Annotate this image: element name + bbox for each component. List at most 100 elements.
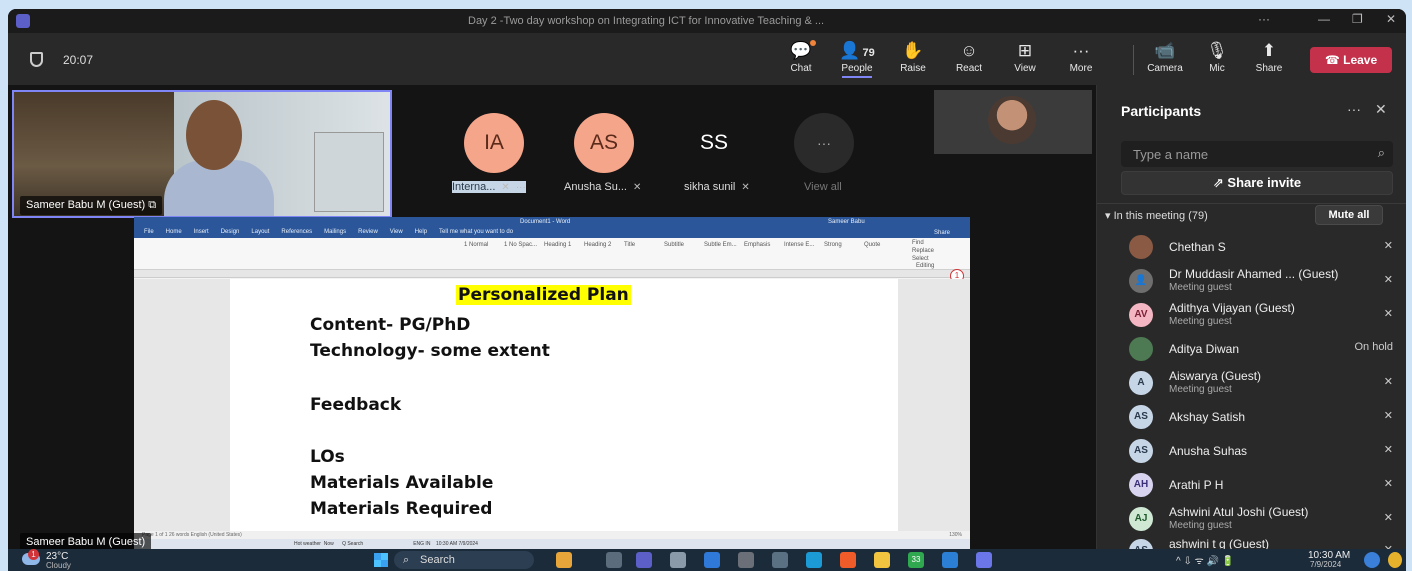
teams-taskbar-icon[interactable] bbox=[636, 552, 652, 568]
view-all-label[interactable]: View all bbox=[804, 181, 842, 193]
word-find[interactable]: Find bbox=[912, 240, 924, 246]
restore-button[interactable]: ❐ bbox=[1352, 12, 1363, 26]
chrome-browser-icon[interactable]: 33 bbox=[908, 552, 924, 568]
participant-row[interactable]: AH Arathi P H ✕ bbox=[1097, 467, 1406, 501]
window-title: Day 2 -Two day workshop on Integrating I… bbox=[468, 15, 825, 27]
main-speaker-video[interactable]: Sameer Babu M (Guest) ⧉ bbox=[12, 90, 392, 218]
participant-search-input[interactable] bbox=[1121, 141, 1393, 167]
participant-row[interactable]: AJ Ashwini Atul Joshi (Guest) Meeting gu… bbox=[1097, 501, 1406, 535]
colorful-app-icon[interactable] bbox=[556, 552, 572, 568]
word-replace[interactable]: Replace bbox=[912, 248, 934, 254]
edge-browser-icon[interactable] bbox=[806, 552, 822, 568]
participant-row[interactable]: AV Adithya Vijayan (Guest) Meeting guest… bbox=[1097, 297, 1406, 331]
participant-row[interactable]: Aditya Diwan On hold bbox=[1097, 331, 1406, 365]
participant-subtitle: Meeting guest bbox=[1169, 282, 1232, 293]
word-tab[interactable]: Mailings bbox=[324, 229, 346, 235]
camera-off-icon: 📹 bbox=[1154, 41, 1176, 60]
participant-name: Ashwini Atul Joshi (Guest) bbox=[1169, 505, 1309, 519]
style-item[interactable]: Strong bbox=[824, 242, 862, 248]
participant-tile-ss[interactable]: SS bbox=[684, 113, 744, 173]
snipping-tool-icon[interactable] bbox=[976, 552, 992, 568]
avatar: 👤 bbox=[1129, 269, 1153, 293]
avatar: AJ bbox=[1129, 507, 1153, 531]
calculator-icon[interactable] bbox=[772, 552, 788, 568]
avatar: AH bbox=[1129, 473, 1153, 497]
word-page[interactable]: Personalized Plan Content- PG/PhD Techno… bbox=[230, 279, 898, 531]
in-meeting-section-toggle[interactable]: ▾ In this meeting (79) bbox=[1105, 209, 1208, 222]
word-tab[interactable]: Layout bbox=[251, 229, 269, 235]
participant-tile-label: Interna... ✕ ··· bbox=[452, 181, 526, 193]
word-tab[interactable]: Home bbox=[166, 229, 182, 235]
notification-bell-icon[interactable] bbox=[1364, 552, 1380, 568]
more-actions-button[interactable]: ··· More bbox=[1058, 39, 1104, 74]
window-more-button[interactable]: ··· bbox=[1258, 12, 1270, 26]
share-invite-icon: ⇗ bbox=[1212, 175, 1228, 190]
chat-label: Chat bbox=[790, 63, 812, 74]
tile-more-icon[interactable]: ··· bbox=[516, 182, 526, 193]
participant-row[interactable]: 👤 Dr Muddasir Ahamed ... (Guest) Meeting… bbox=[1097, 263, 1406, 297]
word-share-button[interactable]: Share bbox=[934, 230, 950, 236]
system-tray[interactable]: ^ ⇩ ᯤ 🔊 🔋 bbox=[1176, 553, 1234, 567]
style-item[interactable]: Intense E... bbox=[784, 242, 822, 248]
mic-off-icon: ✕ bbox=[633, 182, 642, 193]
raise-hand-button[interactable]: ✋ Raise bbox=[890, 39, 936, 74]
more-label: More bbox=[1069, 63, 1093, 74]
participant-row[interactable]: AS ashwini t g (Guest) ✕ bbox=[1097, 533, 1406, 549]
camera-app-icon[interactable] bbox=[738, 552, 754, 568]
participant-row[interactable]: A Aiswarya (Guest) Meeting guest ✕ bbox=[1097, 365, 1406, 399]
minimize-button[interactable]: — bbox=[1318, 12, 1330, 26]
meeting-toolbar: 20:07 💬 Chat 👤 79 People ✋ Raise ☺ React … bbox=[8, 33, 1406, 85]
participant-row[interactable]: AS Anusha Suhas ✕ bbox=[1097, 433, 1406, 467]
style-item[interactable]: Subtle Em... bbox=[704, 242, 742, 248]
style-item[interactable]: Quote bbox=[864, 242, 902, 248]
word-tab[interactable]: Design bbox=[221, 229, 240, 235]
participant-tile-ia[interactable]: IA bbox=[464, 113, 524, 173]
style-item[interactable]: Heading 2 bbox=[584, 242, 622, 248]
style-item[interactable]: Heading 1 bbox=[544, 242, 582, 248]
word-tell-me[interactable]: Tell me what you want to do bbox=[439, 229, 513, 235]
mute-all-button[interactable]: Mute all bbox=[1315, 205, 1383, 225]
taskbar-search[interactable]: ⌕ Search bbox=[394, 551, 534, 569]
participant-row[interactable]: Chethan S ✕ bbox=[1097, 229, 1406, 263]
close-icon[interactable]: ✕ bbox=[1375, 101, 1387, 118]
copilot-icon[interactable] bbox=[1388, 552, 1402, 568]
style-item[interactable]: Emphasis bbox=[744, 242, 782, 248]
view-button[interactable]: ⊞ View bbox=[1002, 39, 1048, 74]
calendar-icon[interactable] bbox=[704, 552, 720, 568]
brave-browser-icon[interactable] bbox=[840, 552, 856, 568]
style-item[interactable]: 1 Normal bbox=[464, 242, 502, 248]
people-button[interactable]: 👤 79 People bbox=[834, 39, 880, 78]
share-label: Share bbox=[1255, 63, 1283, 74]
search-icon: ⌕ bbox=[1377, 145, 1385, 160]
word-tab[interactable]: File bbox=[144, 229, 154, 235]
participant-row[interactable]: AS Akshay Satish ✕ bbox=[1097, 399, 1406, 433]
task-view-icon[interactable] bbox=[606, 552, 622, 568]
settings-gear-icon[interactable] bbox=[670, 552, 686, 568]
panel-more-icon[interactable]: ··· bbox=[1347, 101, 1361, 117]
grid-view-icon: ⊞ bbox=[1017, 41, 1033, 60]
remote-desktop-icon[interactable] bbox=[942, 552, 958, 568]
word-tab[interactable]: Insert bbox=[194, 229, 209, 235]
participant-tile-as[interactable]: AS bbox=[574, 113, 634, 173]
style-item[interactable]: Title bbox=[624, 242, 662, 248]
close-window-button[interactable]: ✕ bbox=[1386, 12, 1396, 26]
windows-start-icon[interactable] bbox=[374, 553, 388, 567]
camera-button[interactable]: 📹 Camera bbox=[1142, 39, 1188, 74]
style-item[interactable]: Subtitle bbox=[664, 242, 702, 248]
style-item[interactable]: 1 No Spac... bbox=[504, 242, 542, 248]
self-video-tile[interactable] bbox=[934, 90, 1092, 154]
react-button[interactable]: ☺ React bbox=[946, 39, 992, 74]
people-count: 79 bbox=[862, 47, 875, 59]
share-invite-button[interactable]: ⇗ Share invite bbox=[1121, 171, 1393, 195]
word-tab[interactable]: Review bbox=[358, 229, 378, 235]
leave-button[interactable]: ☎ Leave bbox=[1310, 47, 1392, 73]
word-tab[interactable]: References bbox=[281, 229, 312, 235]
word-tab[interactable]: View bbox=[390, 229, 403, 235]
chat-button[interactable]: 💬 Chat bbox=[778, 39, 824, 74]
word-select[interactable]: Select bbox=[912, 256, 929, 262]
share-button[interactable]: ⬆ Share bbox=[1246, 39, 1292, 74]
word-tab[interactable]: Help bbox=[415, 229, 427, 235]
view-all-tile[interactable]: ··· bbox=[794, 113, 854, 173]
file-explorer-icon[interactable] bbox=[874, 552, 890, 568]
mic-button[interactable]: 🎙 Mic bbox=[1194, 39, 1240, 74]
